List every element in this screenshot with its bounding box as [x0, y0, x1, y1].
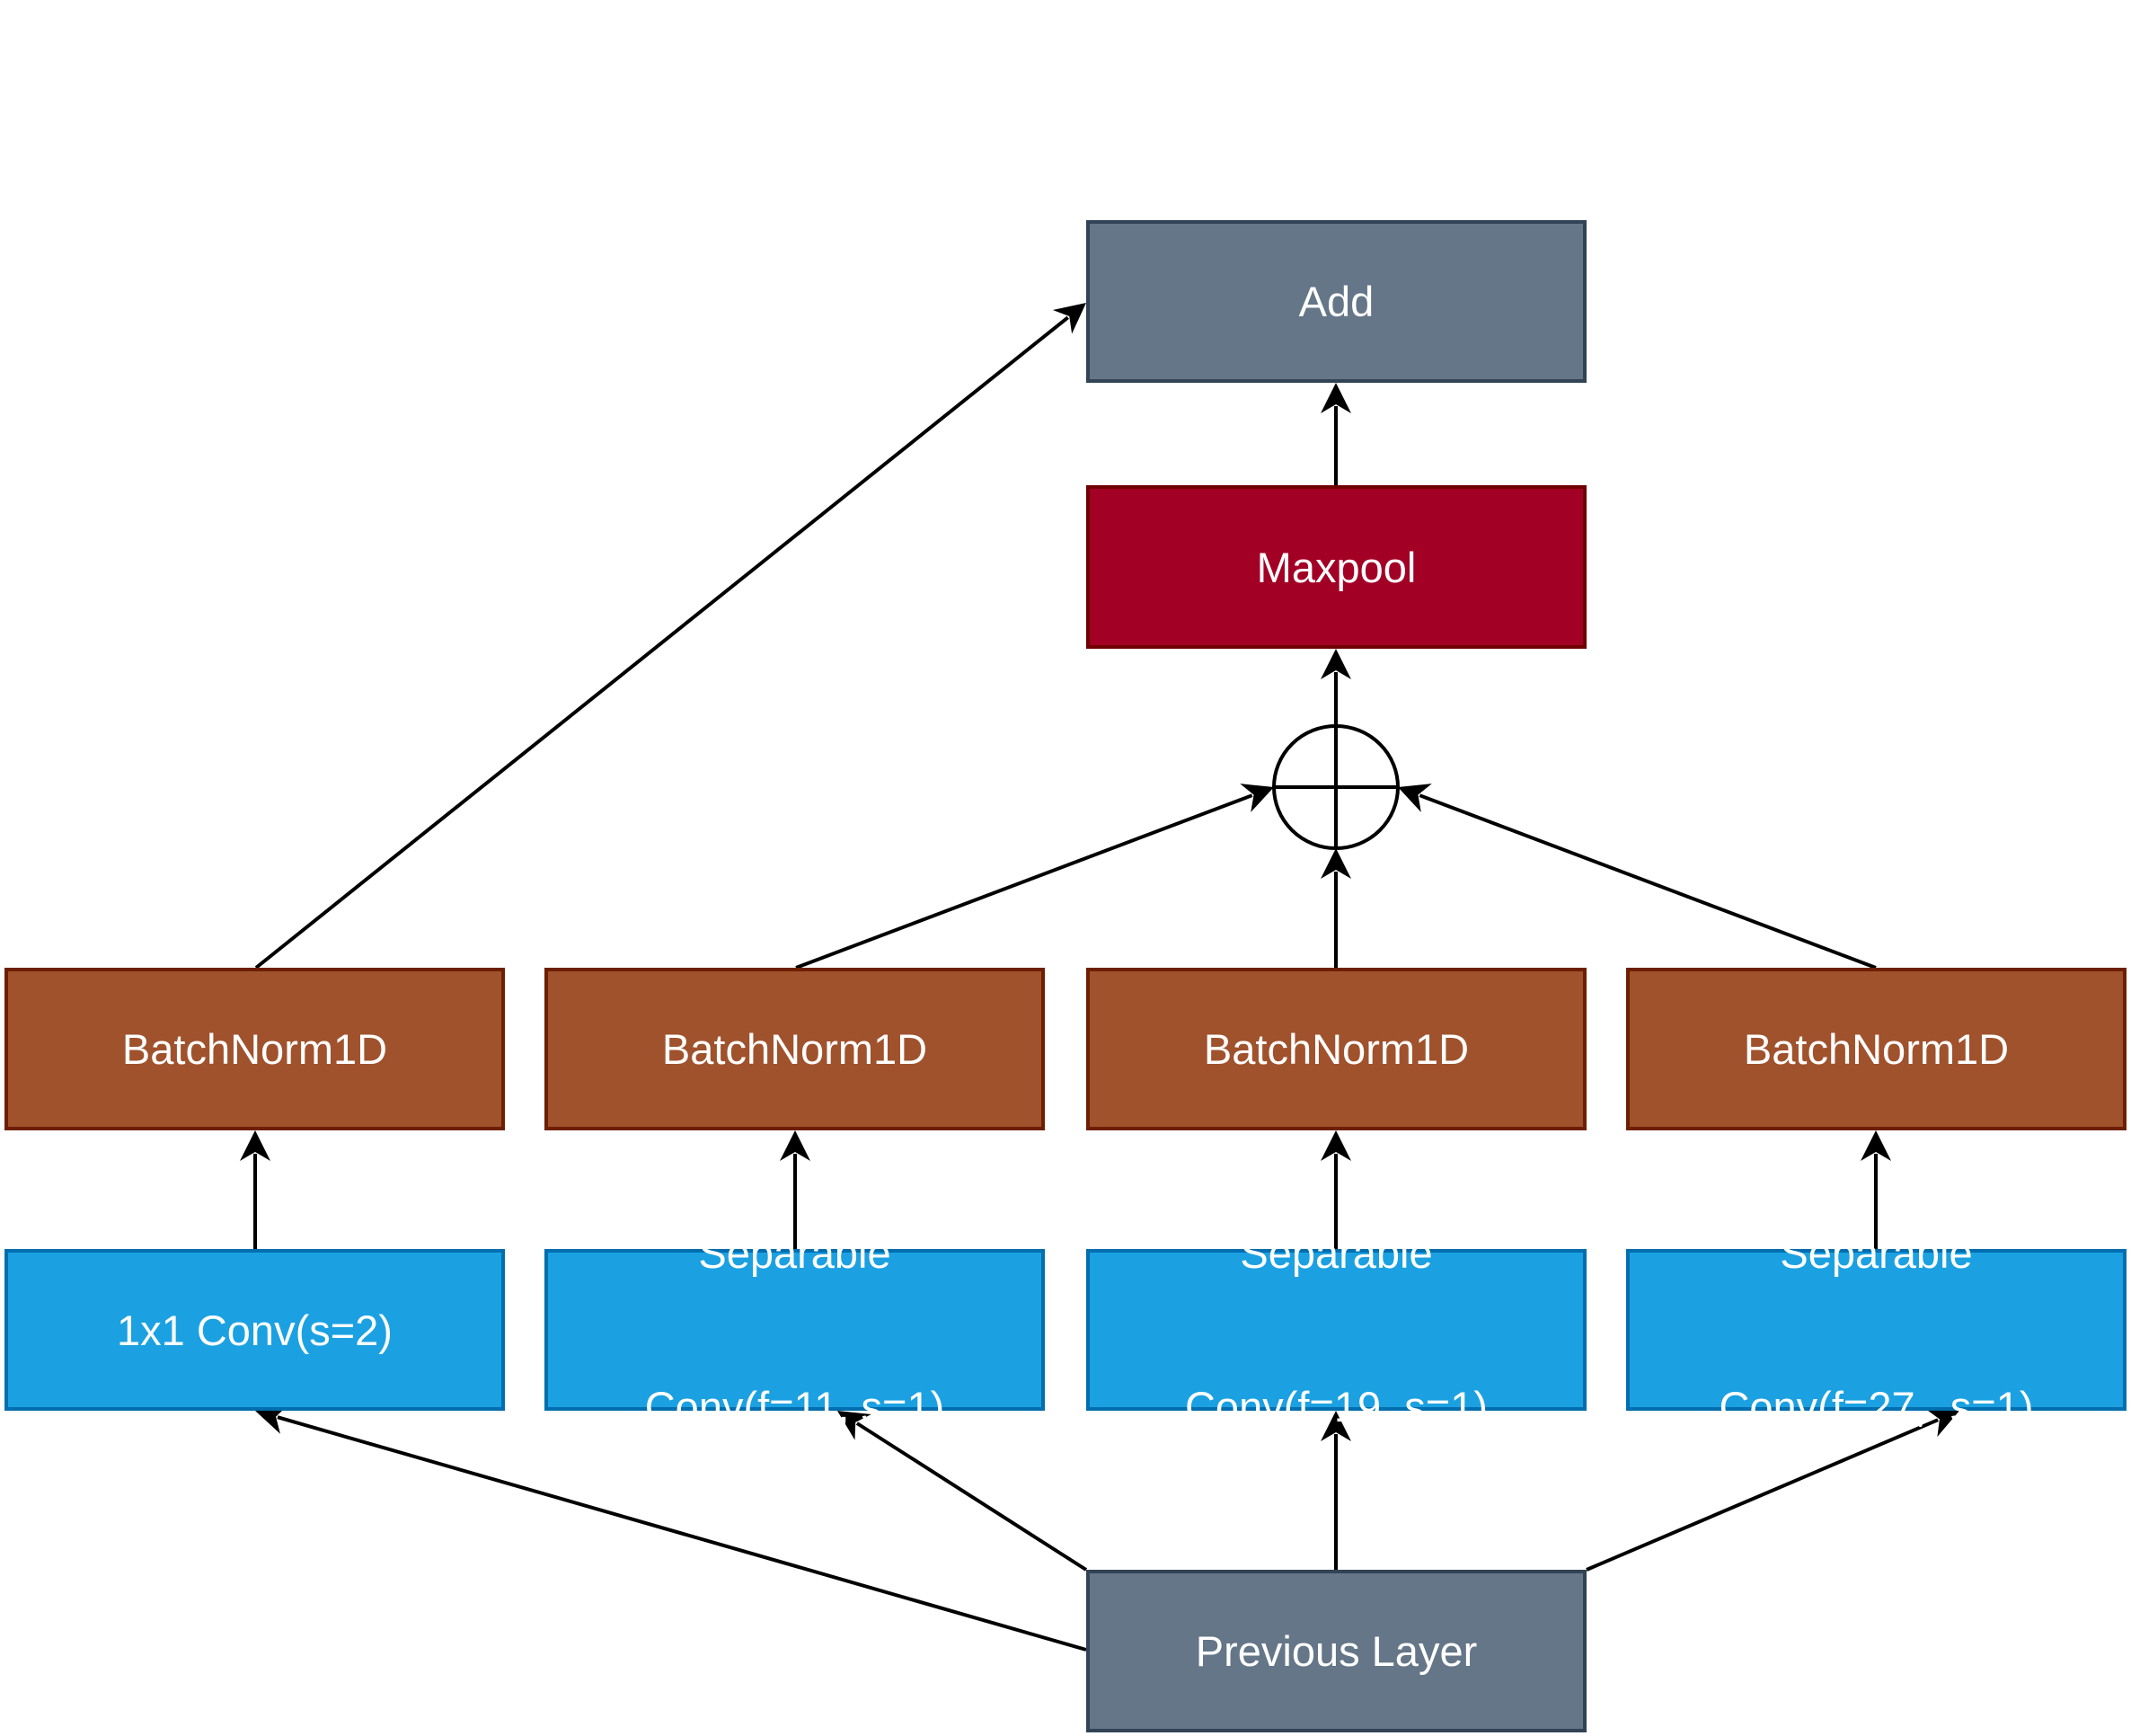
add-node[interactable]: Add	[1086, 220, 1587, 383]
batchnorm-node-1[interactable]: BatchNorm1D	[4, 968, 505, 1130]
maxpool-node-label: Maxpool	[1256, 543, 1417, 591]
batchnorm-node-2[interactable]: BatchNorm1D	[544, 968, 1045, 1130]
conv-node-label-line: Separable	[1780, 1229, 1973, 1277]
diagram-canvas: Add Maxpool BatchNorm1D BatchNorm1D Batc…	[0, 0, 2131, 1736]
batchnorm-node-label: BatchNorm1D	[661, 1025, 928, 1073]
conv-node-label-line: Conv(f=27, s=1)	[1719, 1383, 2034, 1430]
conv-node-separable-f11[interactable]: Separable Conv(f=11, s=1)	[544, 1229, 1045, 1430]
batchnorm-node-4[interactable]: BatchNorm1D	[1626, 968, 2127, 1130]
previous-layer-node[interactable]: Previous Layer	[1086, 1570, 1587, 1732]
conv-node-1x1[interactable]: 1x1 Conv(s=2)	[4, 1249, 505, 1411]
previous-layer-node-label: Previous Layer	[1195, 1627, 1478, 1675]
edge-batchnorm-0-to-add	[254, 315, 1069, 970]
batchnorm-node-label: BatchNorm1D	[1743, 1025, 2010, 1073]
batchnorm-node-label: BatchNorm1D	[121, 1025, 388, 1073]
conv-node-separable-f19[interactable]: Separable Conv(f=19, s=1)	[1086, 1229, 1587, 1430]
conv-node-label-line: 1x1 Conv(s=2)	[117, 1306, 393, 1354]
edge-batchnorm-3-to-sum-junction	[1419, 793, 1877, 970]
edge-batchnorm-1-to-sum-junction	[795, 793, 1253, 970]
batchnorm-node-3[interactable]: BatchNorm1D	[1086, 968, 1587, 1130]
conv-node-separable-f27[interactable]: Separable Conv(f=27, s=1)	[1626, 1229, 2127, 1430]
conv-node-label-line: Conv(f=11, s=1)	[644, 1383, 945, 1430]
maxpool-node[interactable]: Maxpool	[1086, 485, 1587, 649]
batchnorm-node-label: BatchNorm1D	[1203, 1025, 1470, 1073]
sum-junction	[1272, 724, 1400, 850]
conv-node-label-line: Separable	[1240, 1229, 1433, 1277]
arrowhead-icon	[1052, 303, 1086, 334]
conv-node-label-line: Separable	[698, 1229, 891, 1277]
conv-node-label-line: Conv(f=19, s=1)	[1184, 1383, 1488, 1430]
add-node-label: Add	[1298, 278, 1375, 325]
